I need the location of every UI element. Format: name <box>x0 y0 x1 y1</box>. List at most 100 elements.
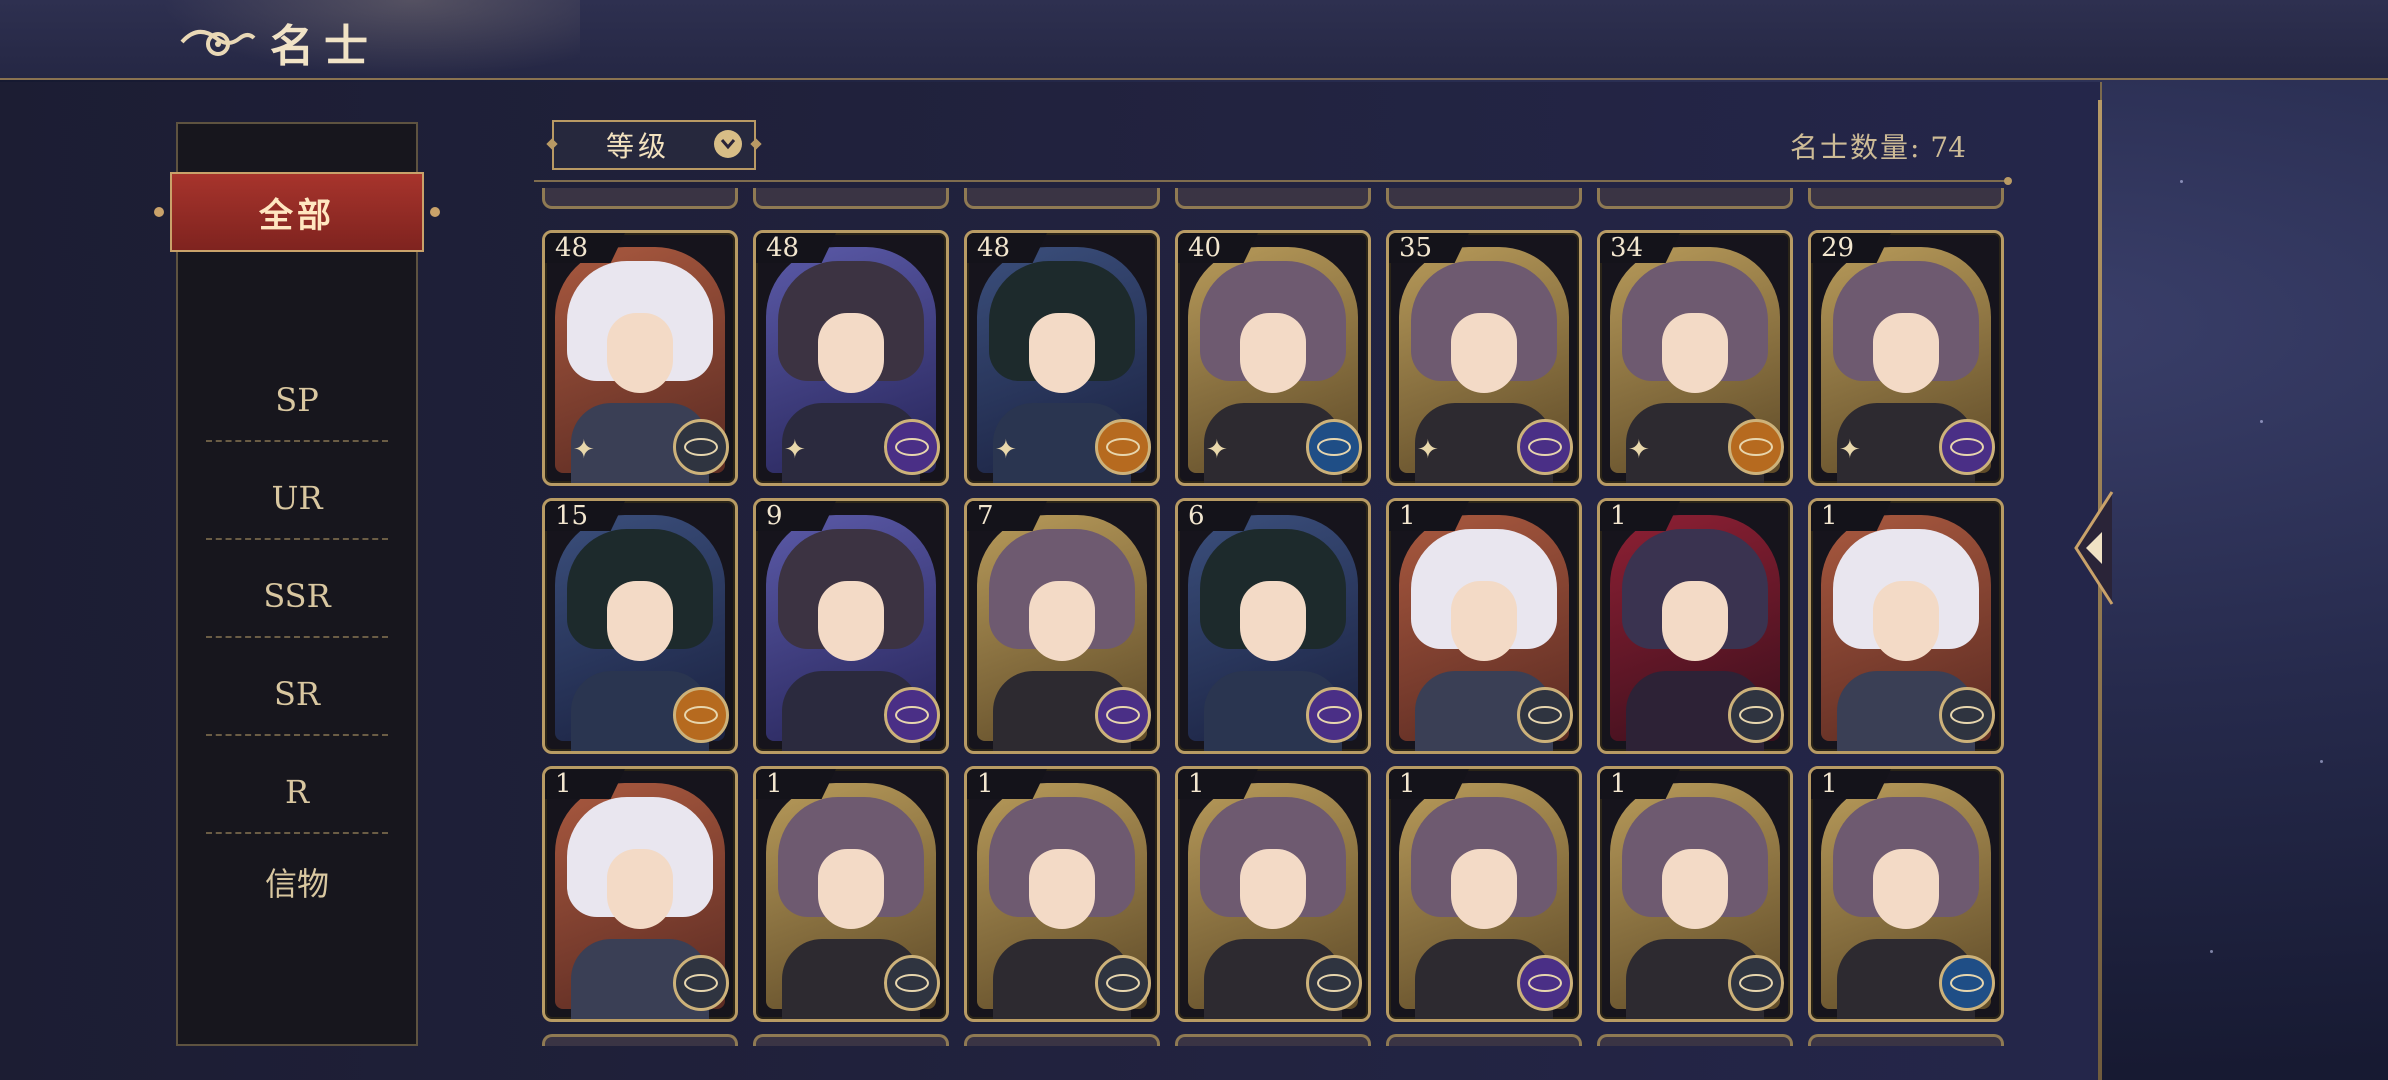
portrait-face <box>1029 581 1095 661</box>
character-card-partial[interactable] <box>1175 1034 1371 1046</box>
collapse-panel-button[interactable] <box>2068 488 2116 608</box>
star-decoration <box>2210 950 2213 953</box>
rarity-filter-sidebar: SP UR SSR SR R 信物 <box>176 122 418 1046</box>
emblem-core <box>1739 706 1773 724</box>
character-card-partial[interactable] <box>1808 188 2004 209</box>
faction-emblem-icon <box>1306 955 1362 1011</box>
filter-ur[interactable]: UR <box>178 452 416 544</box>
portrait-face <box>607 581 673 661</box>
emblem-core <box>1950 706 1984 724</box>
portrait-face <box>1240 849 1306 929</box>
character-card[interactable]: 1 <box>1597 766 1793 1022</box>
filter-label: R <box>284 773 310 811</box>
filter-r[interactable]: R <box>178 746 416 838</box>
filter-sr[interactable]: SR <box>178 648 416 740</box>
faction-emblem-icon <box>1517 419 1573 475</box>
character-card-partial[interactable] <box>1597 1034 1793 1046</box>
star-sparkle-icon: ✦ <box>1417 435 1439 465</box>
faction-emblem-icon <box>884 687 940 743</box>
portrait-face <box>818 313 884 393</box>
portrait-face <box>1873 849 1939 929</box>
character-card[interactable]: 1 <box>1808 766 2004 1022</box>
character-card-partial[interactable] <box>542 1034 738 1046</box>
character-card[interactable]: 1 <box>964 766 1160 1022</box>
character-card-partial[interactable] <box>542 188 738 209</box>
character-count: 名士数量: 74 <box>1790 126 1966 166</box>
character-card[interactable]: 1 <box>753 766 949 1022</box>
character-card[interactable]: ✦ 48 <box>964 230 1160 486</box>
emblem-core <box>1739 974 1773 992</box>
count-label: 名士数量: <box>1790 131 1922 164</box>
arrow-left-icon <box>2074 491 2114 605</box>
faction-emblem-icon <box>1728 955 1784 1011</box>
character-card[interactable]: 1 <box>1808 498 2004 754</box>
filter-all[interactable]: 全部 <box>154 172 440 252</box>
portrait-face <box>818 849 884 929</box>
character-card[interactable]: 15 <box>542 498 738 754</box>
sort-dropdown[interactable]: 等级 <box>546 120 762 170</box>
portrait-face <box>1662 581 1728 661</box>
character-card[interactable]: ✦ 29 <box>1808 230 2004 486</box>
portrait-face <box>1662 849 1728 929</box>
sort-label: 等级 <box>606 130 671 163</box>
character-card-partial[interactable] <box>1597 188 1793 209</box>
portrait-face <box>1451 849 1517 929</box>
portrait-face <box>1662 313 1728 393</box>
character-card[interactable]: 7 <box>964 498 1160 754</box>
faction-emblem-icon <box>1728 419 1784 475</box>
emblem-core <box>684 706 718 724</box>
filter-sp[interactable]: SP <box>178 354 416 446</box>
character-card-partial[interactable] <box>1386 1034 1582 1046</box>
ornament-dot <box>154 207 164 217</box>
emblem-core <box>1528 974 1562 992</box>
chevron-down-icon <box>714 130 742 158</box>
character-card-partial[interactable] <box>1175 188 1371 209</box>
emblem-core <box>1106 438 1140 456</box>
filter-label: SR <box>273 675 320 713</box>
faction-emblem-icon <box>1939 955 1995 1011</box>
character-card-partial[interactable] <box>964 188 1160 209</box>
star-sparkle-icon: ✦ <box>995 435 1017 465</box>
emblem-core <box>1528 438 1562 456</box>
character-card-partial[interactable] <box>753 188 949 209</box>
character-card[interactable]: 6 <box>1175 498 1371 754</box>
character-card-partial[interactable] <box>964 1034 1160 1046</box>
faction-emblem-icon <box>1095 419 1151 475</box>
character-card[interactable]: 1 <box>1386 498 1582 754</box>
page-title: 名士 <box>270 21 378 72</box>
faction-emblem-icon <box>1306 687 1362 743</box>
star-decoration <box>2180 180 2183 183</box>
filter-ssr[interactable]: SSR <box>178 550 416 642</box>
emblem-core <box>895 974 929 992</box>
character-card[interactable]: 1 <box>1175 766 1371 1022</box>
emblem-core <box>1106 974 1140 992</box>
character-card[interactable]: 1 <box>542 766 738 1022</box>
faction-emblem-icon <box>1939 419 1995 475</box>
character-card[interactable]: 9 <box>753 498 949 754</box>
portrait-face <box>1451 581 1517 661</box>
ornament-dot <box>430 207 440 217</box>
faction-emblem-icon <box>1095 955 1151 1011</box>
character-card-partial[interactable] <box>1386 188 1582 209</box>
star-sparkle-icon: ✦ <box>1628 435 1650 465</box>
emblem-core <box>1528 706 1562 724</box>
character-card[interactable]: ✦ 48 <box>542 230 738 486</box>
character-card[interactable]: 1 <box>1597 498 1793 754</box>
character-card[interactable]: ✦ 48 <box>753 230 949 486</box>
character-card-partial[interactable] <box>753 1034 949 1046</box>
character-card[interactable]: ✦ 40 <box>1175 230 1371 486</box>
character-card[interactable]: ✦ 35 <box>1386 230 1582 486</box>
character-card-partial[interactable] <box>1808 1034 2004 1046</box>
emblem-core <box>1106 706 1140 724</box>
character-card[interactable]: ✦ 34 <box>1597 230 1793 486</box>
emblem-core <box>1950 974 1984 992</box>
star-decoration <box>2260 420 2263 423</box>
portrait-face <box>1873 313 1939 393</box>
filter-tokens[interactable]: 信物 <box>178 836 416 928</box>
portrait-face <box>607 849 673 929</box>
grid-divider <box>534 177 2012 185</box>
filter-label: 信物 <box>264 865 329 903</box>
star-sparkle-icon: ✦ <box>573 435 595 465</box>
star-sparkle-icon: ✦ <box>1839 435 1861 465</box>
character-card[interactable]: 1 <box>1386 766 1582 1022</box>
